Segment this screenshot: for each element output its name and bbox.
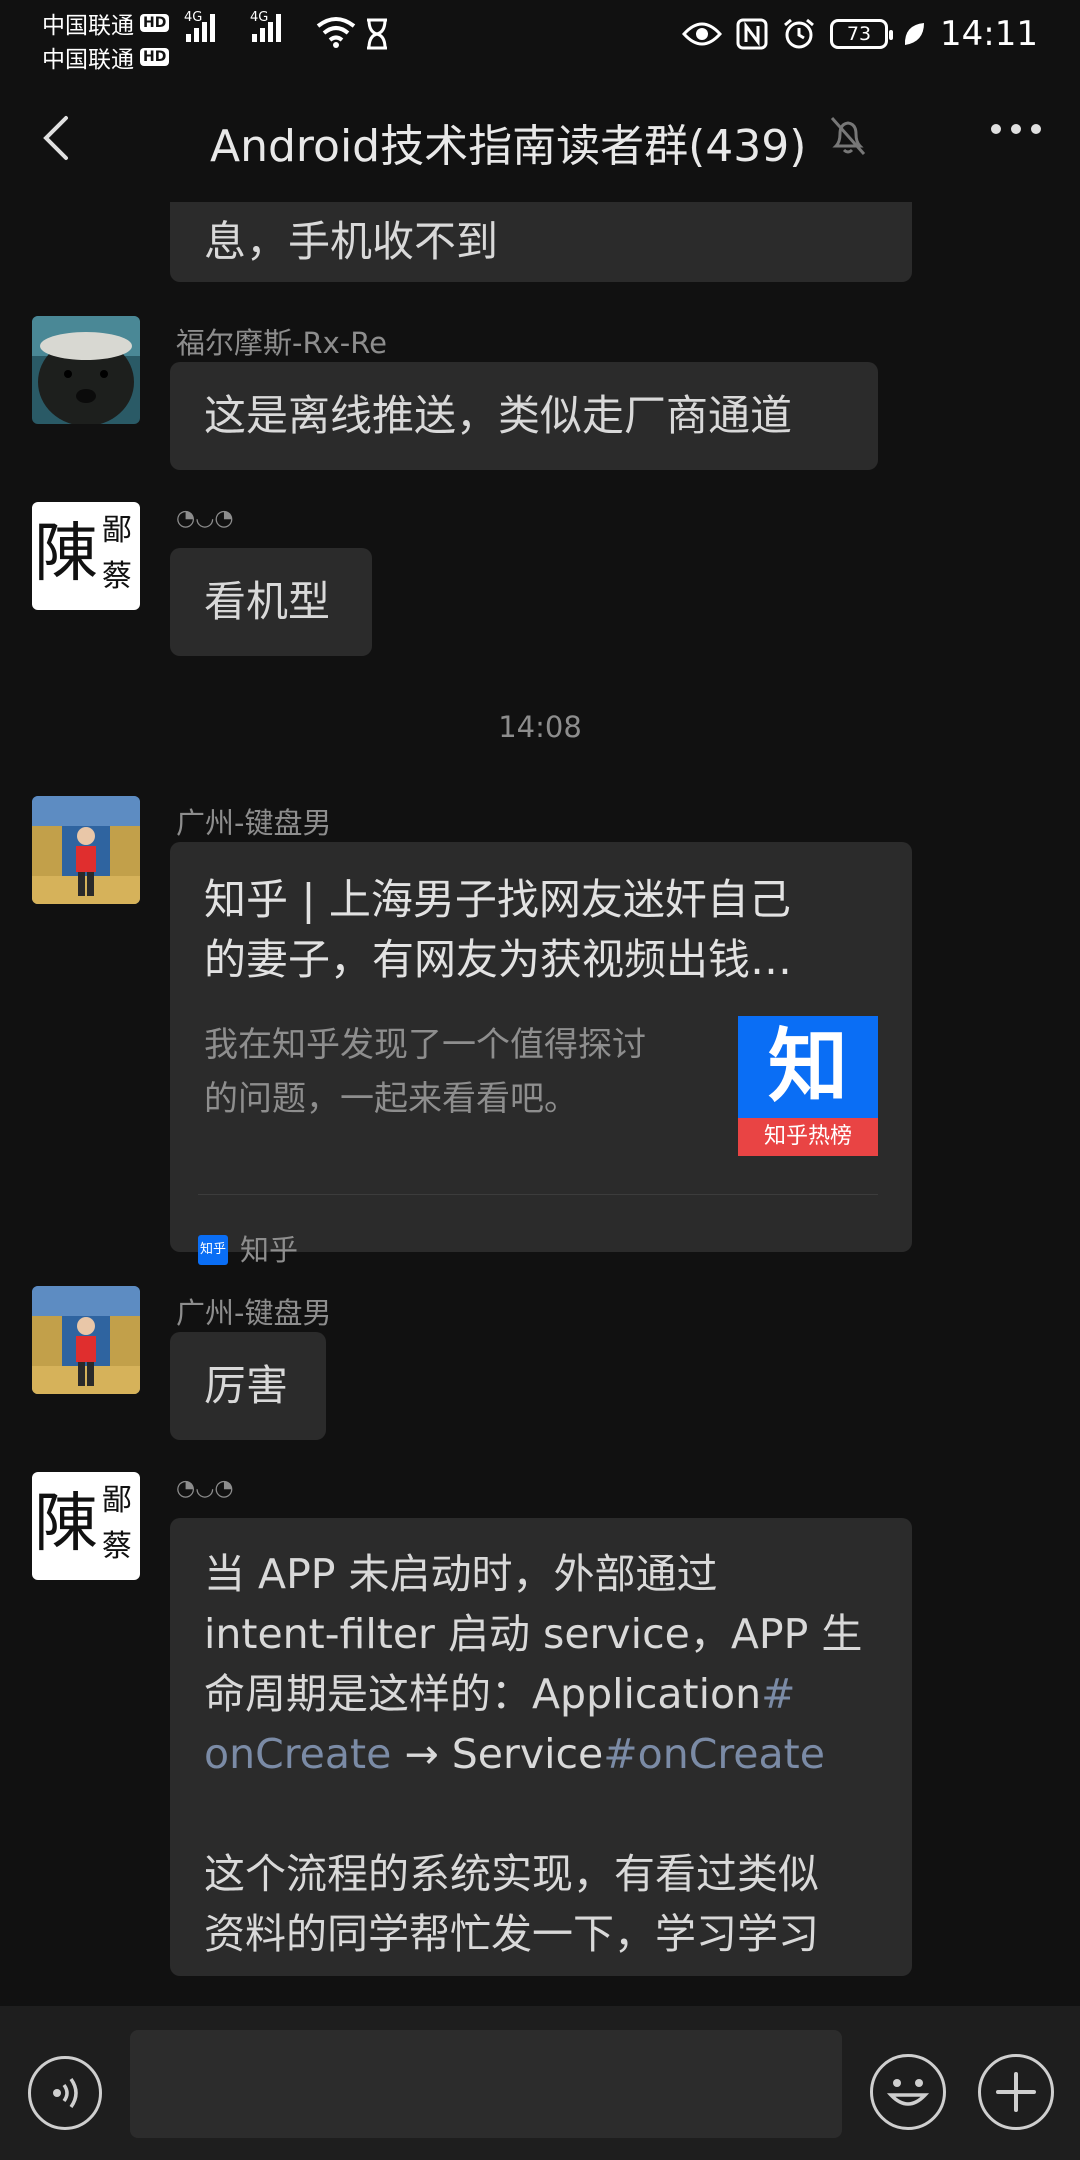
- hashtag-link[interactable]: onCreate: [204, 1730, 391, 1778]
- status-right: 73 14:11: [682, 14, 1038, 54]
- hourglass-icon: [367, 18, 387, 50]
- more-horizontal-icon[interactable]: [990, 122, 1042, 136]
- hd-badge: HD: [140, 48, 170, 66]
- wifi-icon: [316, 17, 356, 48]
- seal-avatar-glyph-small: 鄙蔡: [102, 513, 132, 594]
- carrier-1: 中国联通 HD: [42, 6, 170, 40]
- page-title: Android技术指南读者群(439): [210, 121, 807, 172]
- message-bubble[interactable]: 息，手机收不到: [170, 202, 912, 282]
- avatar[interactable]: [32, 796, 140, 904]
- message-bubble[interactable]: 当 APP 未启动时，外部通过 intent-filter 启动 service…: [170, 1518, 912, 1976]
- card-thumbnail: 知 知乎热榜: [738, 1016, 878, 1156]
- bell-off-icon: [830, 117, 866, 155]
- nfc-icon: [736, 18, 768, 50]
- message-input[interactable]: [130, 2030, 842, 2138]
- seal-avatar-glyph-small: 鄙蔡: [102, 1483, 132, 1564]
- link-card[interactable]: 知乎 | 上海男子找网友迷奸自己 的妻子，有网友为获视频出钱… 我在知乎发现了一…: [170, 842, 912, 1267]
- emoji-icon[interactable]: [870, 2054, 946, 2130]
- sender-name: ◔◡◔: [176, 1476, 234, 1501]
- avatar[interactable]: 陳 鄙蔡: [32, 502, 140, 610]
- divider: [198, 1194, 878, 1195]
- carrier-2: 中国联通 HD: [42, 40, 170, 74]
- signal-icon: 4G: [184, 10, 215, 42]
- status-clock: 14:11: [940, 14, 1038, 54]
- card-title: 知乎 | 上海男子找网友迷奸自己 的妻子，有网友为获视频出钱…: [204, 875, 793, 984]
- hd-badge: HD: [140, 14, 170, 32]
- zhihu-logo-icon: 知乎: [198, 1235, 228, 1265]
- message-bubble[interactable]: 看机型: [170, 548, 372, 656]
- avatar[interactable]: [32, 316, 140, 424]
- sender-name: 广州-键盘男: [176, 806, 332, 840]
- card-source: 知乎 知乎: [198, 1233, 299, 1267]
- sender-name: 广州-键盘男: [176, 1296, 332, 1330]
- title-bar: Android技术指南读者群(439): [0, 74, 1080, 202]
- alarm-icon: [784, 18, 814, 49]
- chat-area[interactable]: 息，手机收不到 福尔摩斯-Rx-Re 这是离线推送，类似走厂商通道 陳 鄙蔡 ◔…: [0, 202, 1080, 2006]
- seal-avatar-glyph: 陳: [34, 517, 98, 591]
- voice-icon[interactable]: [28, 2056, 102, 2130]
- card-description: 我在知乎发现了一个值得探讨 的问题，一起来看看吧。: [204, 1025, 646, 1119]
- message-bubble[interactable]: 厉害: [170, 1332, 326, 1440]
- status-bar: 中国联通 HD 中国联通 HD 4G 4G 73 14:11: [0, 0, 1080, 74]
- timestamp: 14:08: [498, 710, 582, 744]
- sender-name: 福尔摩斯-Rx-Re: [176, 326, 387, 360]
- chevron-left-icon[interactable]: [36, 114, 80, 162]
- message-bubble[interactable]: 这是离线推送，类似走厂商通道: [170, 362, 878, 470]
- signal-icon: 4G: [250, 10, 281, 42]
- input-bar: [0, 2006, 1080, 2160]
- avatar[interactable]: 陳 鄙蔡: [32, 1472, 140, 1580]
- avatar[interactable]: [32, 1286, 140, 1394]
- sender-name: ◔◡◔: [176, 506, 234, 531]
- leaf-icon: [904, 23, 925, 45]
- plus-icon[interactable]: [978, 2054, 1054, 2130]
- hashtag-link[interactable]: #: [761, 1670, 795, 1718]
- eye-icon: [682, 22, 723, 46]
- hashtag-link[interactable]: #onCreate: [603, 1730, 825, 1778]
- seal-avatar-glyph: 陳: [34, 1487, 98, 1561]
- battery-indicator: 73: [830, 19, 894, 49]
